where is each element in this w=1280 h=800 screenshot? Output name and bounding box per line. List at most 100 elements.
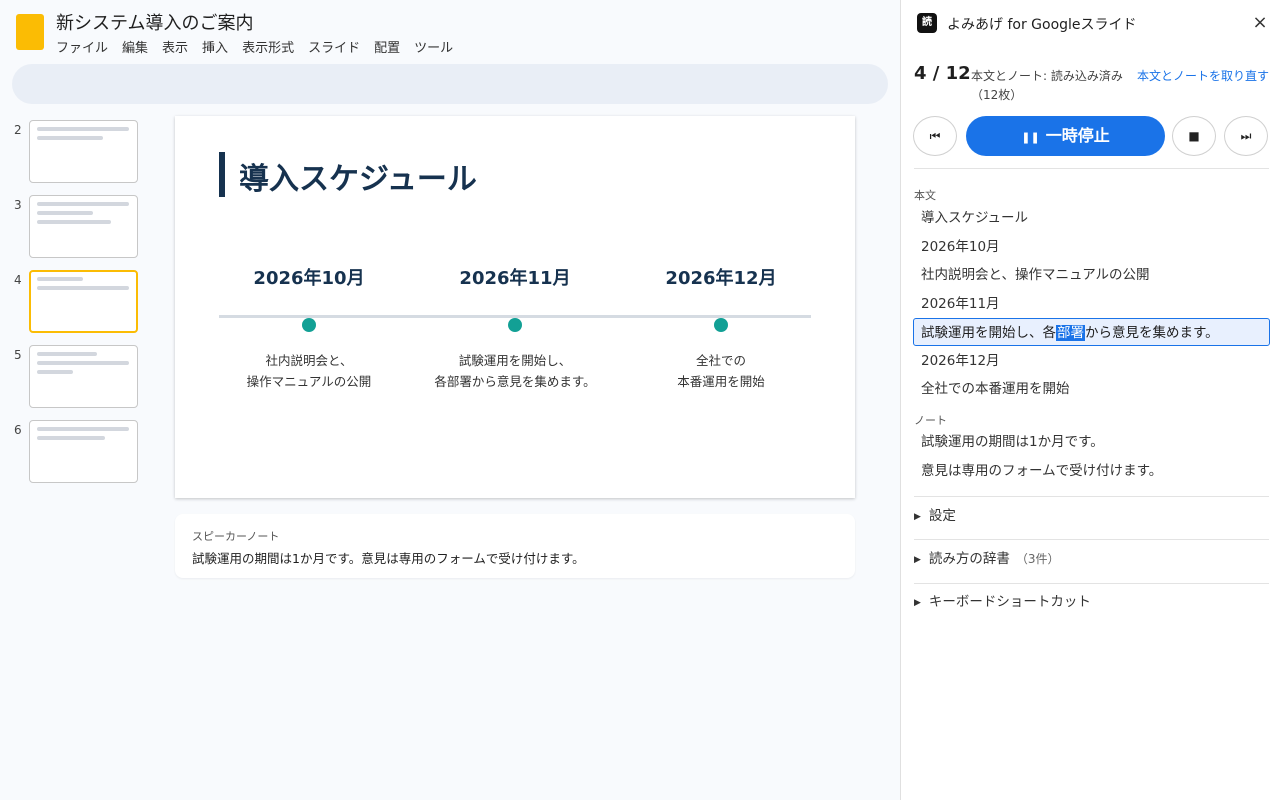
thumbnail-number: 5 <box>14 348 22 362</box>
body-segment-active[interactable]: 試験運用を開始し、各部署から意見を集めます。 <box>913 318 1270 346</box>
body-segment[interactable]: 社内説明会と、操作マニュアルの公開 <box>913 260 1270 288</box>
panel-title: よみあげ for Googleスライド <box>947 17 1137 33</box>
close-icon[interactable]: × <box>1250 13 1270 33</box>
slide-thumbnail[interactable] <box>29 195 138 258</box>
thumbnail-line <box>37 211 93 215</box>
timeline-description-line: 試験運用を開始し、 <box>458 353 572 368</box>
body-segment[interactable]: 全社での本番運用を開始 <box>913 374 1270 402</box>
menu-format[interactable]: 表示形式 <box>242 37 294 56</box>
document-title[interactable]: 新システム導入のご案内 <box>56 9 253 35</box>
dictionary-count: （3件） <box>1015 552 1060 566</box>
accordion-label: キーボードショートカット <box>928 594 1091 610</box>
panel-header: 読 よみあげ for Googleスライド × <box>901 0 1280 46</box>
slide-thumbnail-selected[interactable] <box>29 270 138 333</box>
thumbnail-line <box>37 370 73 374</box>
thumbnail-line <box>37 202 129 206</box>
thumbnail-line <box>37 361 129 365</box>
body-segment[interactable]: 導入スケジュール <box>913 203 1270 231</box>
menu-arrange[interactable]: 配置 <box>374 37 400 56</box>
menu-file[interactable]: ファイル <box>56 37 108 56</box>
keyboard-shortcuts-accordion[interactable]: ▶ キーボードショートカット <box>914 581 1269 623</box>
accordion-label: 設定 <box>928 508 956 524</box>
timeline-description-line: 本番運用を開始 <box>677 374 765 389</box>
thumbnail-line <box>37 352 97 356</box>
pause-icon: ❚❚ <box>1021 131 1040 144</box>
thumbnail-row: 3 <box>0 195 150 270</box>
thumbnail-number: 4 <box>14 273 22 287</box>
expand-triangle-icon: ▶ <box>914 598 921 608</box>
timeline-date: 2026年12月 <box>665 268 777 289</box>
slide-thumbnail[interactable] <box>29 120 138 183</box>
timeline-description-line: 操作マニュアルの公開 <box>246 374 372 389</box>
timeline-description: 社内説明会と、 操作マニュアルの公開 <box>209 350 409 392</box>
expand-triangle-icon: ▶ <box>914 555 921 565</box>
timeline-date: 2026年10月 <box>253 268 365 289</box>
menu-view[interactable]: 表示 <box>162 37 188 56</box>
stop-icon: ■ <box>1188 129 1200 143</box>
timeline-dot <box>302 318 316 332</box>
thumbnail-number: 6 <box>14 423 22 437</box>
body-segment[interactable]: 2026年12月 <box>913 346 1270 374</box>
dictionary-accordion[interactable]: ▶ 読み方の辞書 （3件） <box>914 538 1269 580</box>
slide-canvas[interactable]: 導入スケジュール 2026年10月 社内説明会と、 操作マニュアルの公開 202… <box>175 116 855 498</box>
menu-insert[interactable]: 挿入 <box>202 37 228 56</box>
slides-logo-icon[interactable] <box>16 14 44 50</box>
timeline-item: 2026年12月 全社での 本番運用を開始 <box>621 266 821 392</box>
timeline-item: 2026年11月 試験運用を開始し、 各部署から意見を集めます。 <box>415 266 615 392</box>
current-word-highlight: 部署 <box>1056 325 1085 341</box>
timeline-description: 全社での 本番運用を開始 <box>621 350 821 392</box>
thumbnail-row: 2 <box>0 120 150 195</box>
menu-edit[interactable]: 編集 <box>122 37 148 56</box>
pause-button[interactable]: ❚❚ 一時停止 <box>966 116 1165 156</box>
load-status-count: （12枚） <box>971 88 1023 102</box>
stop-button[interactable]: ■ <box>1172 116 1216 156</box>
thumbnail-line <box>37 136 103 140</box>
settings-accordion[interactable]: ▶ 設定 <box>914 495 1269 537</box>
active-segment-text: から意見を集めます。 <box>1085 325 1219 341</box>
pause-label: 一時停止 <box>1045 126 1110 145</box>
active-segment-text: 試験運用を開始し、各 <box>921 325 1056 341</box>
reload-text-and-notes-link[interactable]: 本文とノートを取り直す <box>1137 67 1269 84</box>
menu-slide[interactable]: スライド <box>308 37 360 56</box>
skip-previous-icon: ⏮ <box>929 129 941 143</box>
thumbnail-row: 5 <box>0 345 150 420</box>
thumbnail-line <box>37 436 105 440</box>
expand-triangle-icon: ▶ <box>914 512 921 522</box>
notes-section-label: ノート <box>914 414 947 427</box>
slide-thumbnail-list: 2 3 4 5 6 <box>0 120 150 495</box>
load-status-line: 本文とノート: 読み込み済み <box>971 69 1123 83</box>
timeline-dot <box>714 318 728 332</box>
menu-bar: ファイル 編集 表示 挿入 表示形式 スライド 配置 ツール <box>56 37 453 56</box>
thumbnail-row: 6 <box>0 420 150 495</box>
timeline-description-line: 全社での <box>695 353 746 368</box>
slide-counter: 4 / 12 <box>914 63 971 84</box>
note-segment[interactable]: 意見は専用のフォームで受け付けます。 <box>913 456 1270 484</box>
body-segment[interactable]: 2026年11月 <box>913 289 1270 317</box>
toolbar <box>12 64 888 104</box>
divider <box>914 168 1269 169</box>
timeline-description-line: 社内説明会と、 <box>265 353 353 368</box>
body-segment[interactable]: 2026年10月 <box>913 232 1270 260</box>
accordion-label: 読み方の辞書 <box>928 551 1010 567</box>
body-section-label: 本文 <box>914 189 936 202</box>
slide-thumbnail[interactable] <box>29 420 138 483</box>
slide-thumbnail[interactable] <box>29 345 138 408</box>
menu-tools[interactable]: ツール <box>414 37 453 56</box>
timeline-date: 2026年11月 <box>459 268 571 289</box>
slide-title: 導入スケジュール <box>239 162 477 197</box>
thumbnail-row: 4 <box>0 270 150 345</box>
speaker-notes-text[interactable]: 試験運用の期間は1か月です。意見は専用のフォームで受け付けます。 <box>192 548 585 567</box>
speaker-notes-label: スピーカーノート <box>192 530 280 543</box>
yomiage-side-panel: 読 よみあげ for Googleスライド × 4 / 12 本文とノート: 読… <box>900 0 1280 800</box>
timeline-item: 2026年10月 社内説明会と、 操作マニュアルの公開 <box>209 266 409 392</box>
timeline-description-line: 各部署から意見を集めます。 <box>434 374 596 389</box>
thumbnail-line <box>37 427 129 431</box>
previous-button[interactable]: ⏮ <box>913 116 957 156</box>
next-button[interactable]: ⏭ <box>1224 116 1268 156</box>
slides-editor: 新システム導入のご案内 ファイル 編集 表示 挿入 表示形式 スライド 配置 ツ… <box>0 0 900 800</box>
skip-next-icon: ⏭ <box>1240 129 1252 143</box>
thumbnail-line <box>37 286 129 290</box>
speaker-notes[interactable]: スピーカーノート 試験運用の期間は1か月です。意見は専用のフォームで受け付けます… <box>175 514 855 578</box>
note-segment[interactable]: 試験運用の期間は1か月です。 <box>913 427 1270 455</box>
thumbnail-line <box>37 220 111 224</box>
